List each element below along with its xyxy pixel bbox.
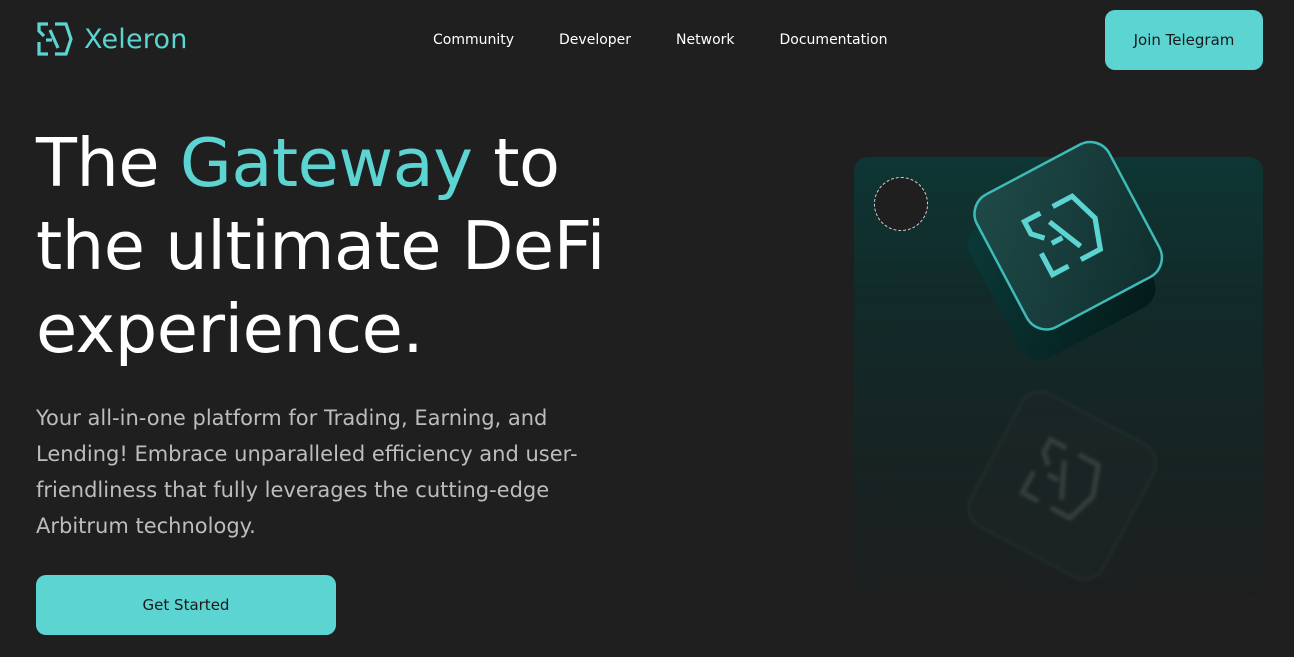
dashed-circle-decoration [874, 177, 928, 231]
brand-name: Xeleron [84, 23, 188, 55]
landing-page: Xeleron Community Developer Network Docu… [0, 0, 1294, 657]
nav-item-network[interactable]: Network [676, 30, 734, 50]
get-started-button[interactable]: Get Started [36, 575, 336, 635]
hero-title-prefix: The [36, 124, 180, 202]
hero-subtitle: Your all-in-one platform for Trading, Ea… [36, 406, 578, 538]
nav-item-developer[interactable]: Developer [559, 30, 631, 50]
xeleron-cube-icon [968, 140, 1164, 360]
hero-title-accent: Gateway [179, 124, 473, 202]
nav-item-documentation[interactable]: Documentation [780, 30, 888, 50]
nav-item-community[interactable]: Community [433, 30, 514, 50]
brand-logo-link[interactable]: Xeleron [36, 20, 188, 58]
hero-title: The Gateway to the ultimate DeFi experie… [36, 122, 676, 371]
join-telegram-button[interactable]: Join Telegram [1105, 10, 1263, 70]
xeleron-cube-reflection-icon [967, 390, 1158, 581]
main-nav: Community Developer Network Documentatio… [433, 30, 887, 50]
xeleron-logo-icon [37, 22, 73, 56]
